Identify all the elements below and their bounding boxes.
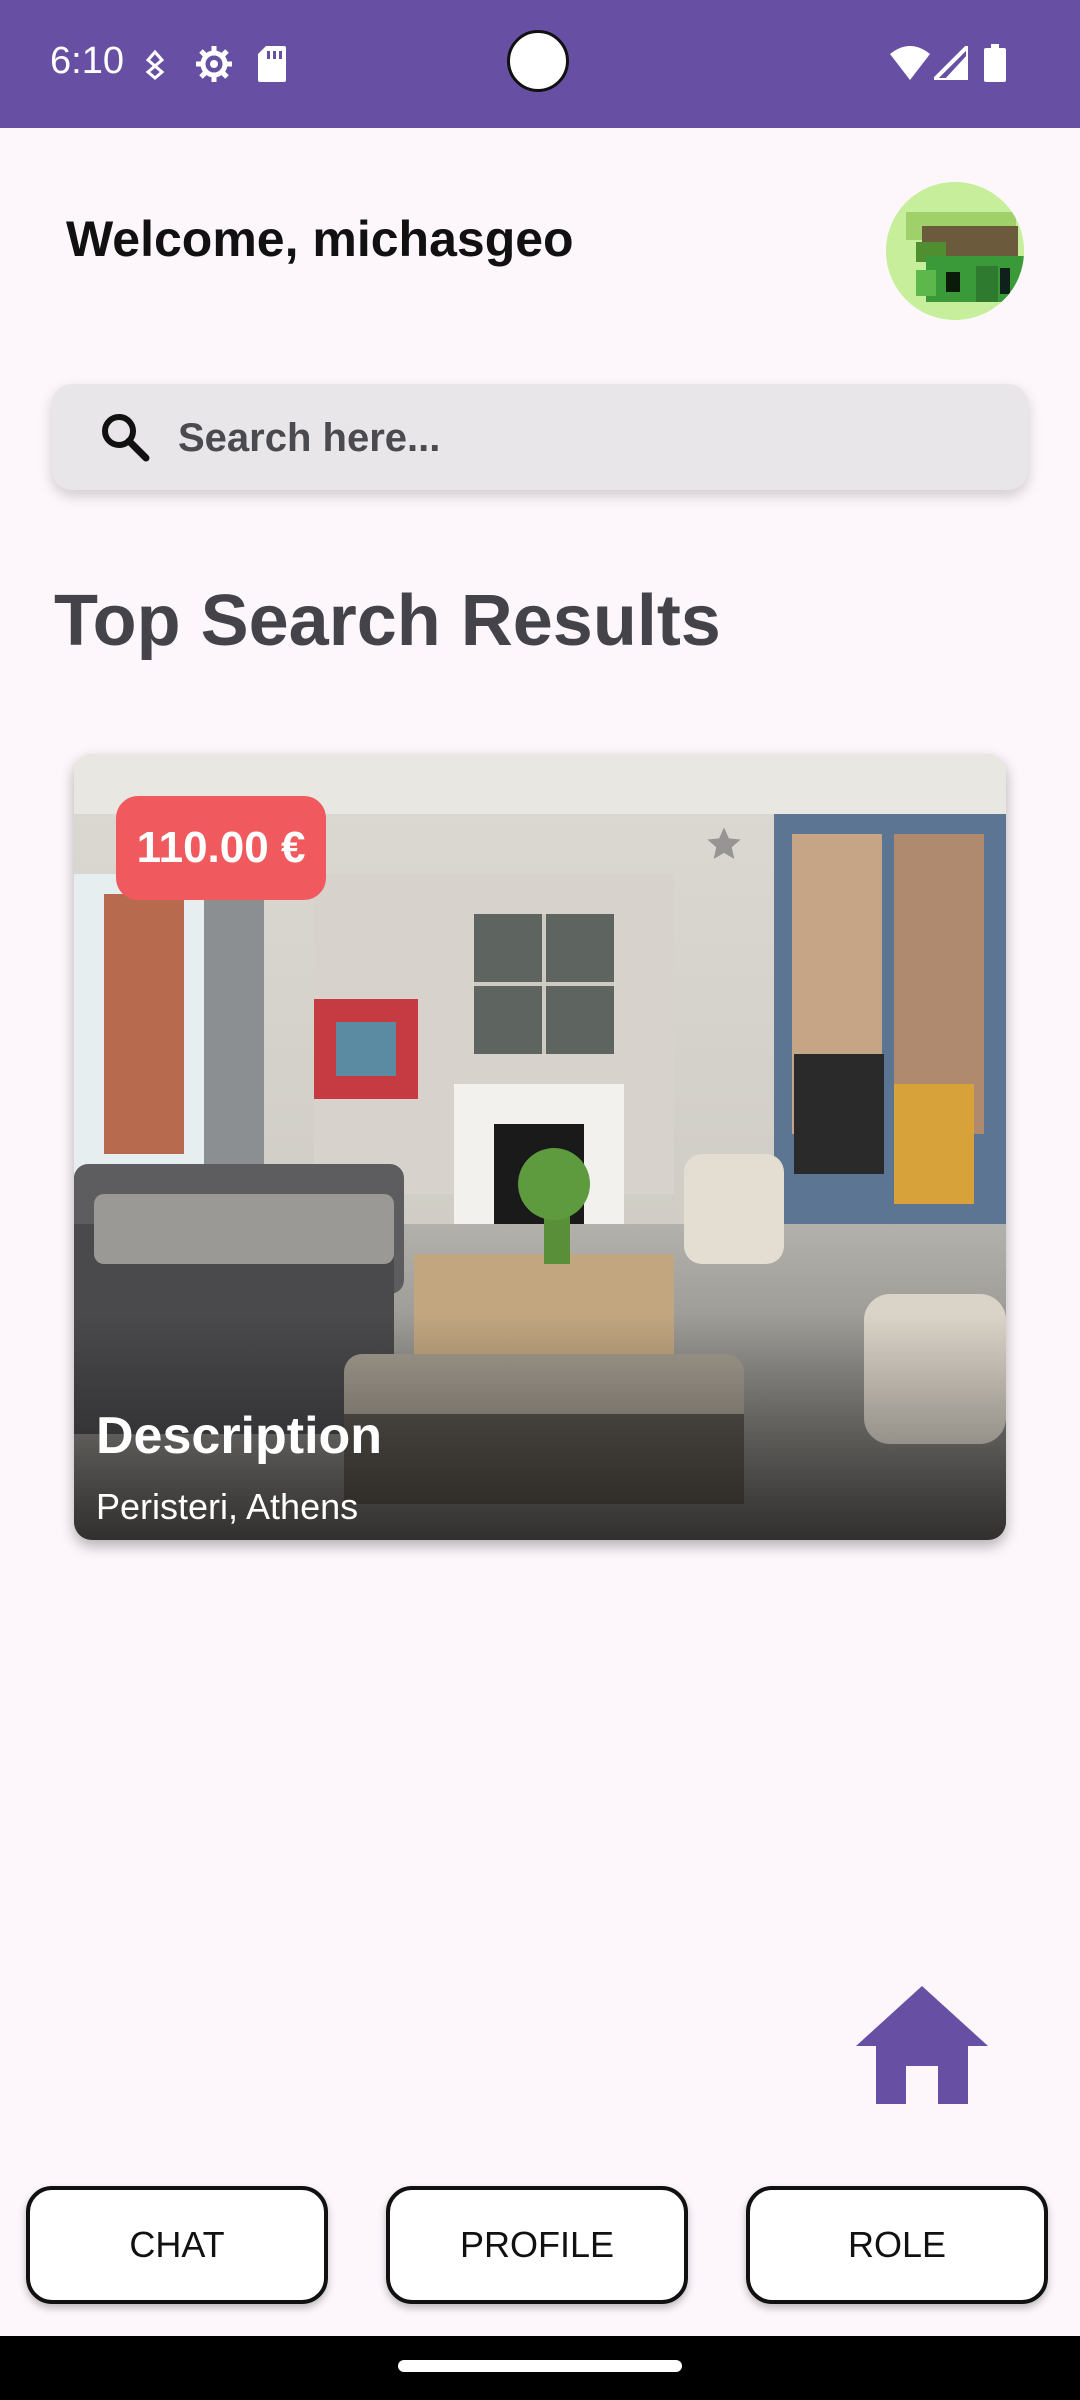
welcome-text: Welcome, michasgeo — [66, 211, 574, 267]
status-bar: 6:10 — [0, 0, 1080, 128]
status-time: 6:10 — [50, 40, 124, 82]
star-icon[interactable] — [704, 824, 744, 864]
search-bar[interactable]: Search here... — [52, 384, 1028, 490]
battery-icon — [984, 44, 1006, 82]
result-card[interactable]: 110.00 € Description Peristeri, Athens — [74, 754, 1006, 1540]
role-button[interactable]: ROLE — [746, 2186, 1048, 2304]
signal-icon — [934, 46, 968, 80]
search-input[interactable]: Search here... — [178, 416, 440, 461]
wifi-icon — [890, 46, 930, 80]
card-location: Peristeri, Athens — [96, 1486, 359, 1527]
sd-card-icon — [258, 46, 286, 82]
search-icon — [102, 414, 150, 462]
camera-cutout — [507, 30, 569, 92]
settings-icon — [196, 46, 232, 82]
nfc-icon — [145, 50, 165, 80]
profile-button[interactable]: PROFILE — [386, 2186, 688, 2304]
home-indicator[interactable] — [398, 2360, 682, 2372]
avatar-icon[interactable] — [886, 182, 1024, 320]
price-badge: 110.00 € — [116, 796, 326, 900]
card-title: Description — [96, 1407, 383, 1465]
home-icon[interactable] — [856, 1986, 988, 2104]
chat-button[interactable]: CHAT — [26, 2186, 328, 2304]
section-title: Top Search Results — [54, 581, 721, 661]
